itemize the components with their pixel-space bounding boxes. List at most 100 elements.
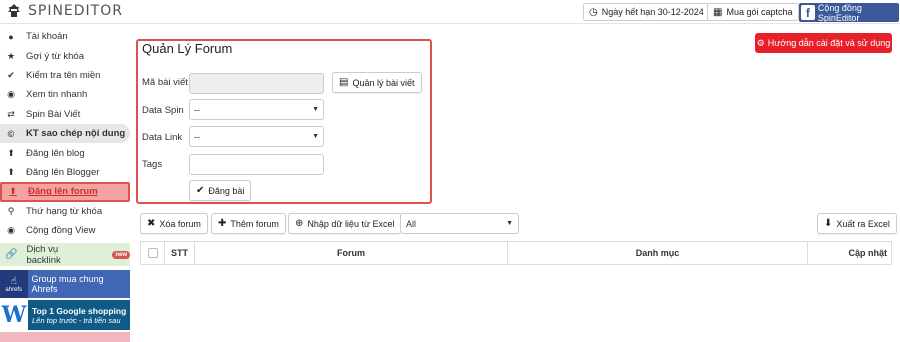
gshop-subtitle: Lên top trước - trả tiền sau	[32, 315, 121, 325]
manage-posts-button[interactable]: ▤ Quản lý bài viết	[332, 72, 422, 93]
ninja-logo-icon	[8, 4, 20, 17]
data-link-select[interactable]: -- ▼	[189, 126, 324, 147]
upload-icon: ⬆	[7, 166, 15, 177]
link-icon: 🔗	[5, 249, 18, 261]
manage-posts-label: Quản lý bài viết	[352, 77, 415, 88]
select-all-cell	[141, 242, 165, 264]
export-excel-button[interactable]: ⬇ Xuất ra Excel	[817, 213, 897, 234]
sidebar-item-quick-news[interactable]: ◉ Xem tin nhanh	[0, 85, 130, 104]
google-shopping-banner[interactable]: W Top 1 Google shopping Lên top trước - …	[0, 300, 130, 331]
sidebar-item-post-blogger[interactable]: ⬆ Đăng lên Blogger	[0, 163, 130, 182]
sidebar-item-label: Cộng đồng View	[26, 225, 96, 237]
sidebar-item-community-view[interactable]: ◉ Cộng đồng View	[0, 221, 130, 240]
top-bar: SPINEDITOR ◷ Ngày hết hạn 30-12-2024 ▦ M…	[0, 0, 900, 24]
app-logo[interactable]: SPINEDITOR	[6, 3, 123, 19]
sidebar: ● Tài khoản ★ Gợi ý từ khóa ✔ Kiểm tra t…	[0, 27, 130, 342]
check-icon: ✔	[7, 69, 15, 80]
eye-icon: ◉	[7, 225, 15, 236]
submit-post-label: Đăng bài	[208, 185, 245, 196]
page-title: Quản Lý Forum	[142, 41, 233, 56]
sidebar-item-label: Đăng lên forum	[28, 186, 98, 198]
sidebar-item-backlink[interactable]: 🔗 Dịch vụ backlink new	[0, 243, 130, 267]
add-forum-button[interactable]: ✚ Thêm forum	[211, 213, 286, 234]
chevron-down-icon: ▼	[312, 106, 319, 113]
data-spin-select[interactable]: -- ▼	[189, 99, 324, 120]
column-header-category[interactable]: Danh mục	[508, 242, 808, 264]
close-icon: ✖	[147, 218, 156, 229]
ahrefs-banner[interactable]: ☝ ahrefs Group mua chung Ahrefs	[0, 270, 130, 299]
expiry-label: Ngày hết hạn 30-12-2024	[601, 7, 704, 17]
help-guide-button[interactable]: ⚙ Hướng dẫn cài đặt và sử dụng	[755, 33, 892, 53]
column-header-stt[interactable]: STT	[165, 242, 195, 264]
export-excel-label: Xuất ra Excel	[836, 218, 890, 229]
sidebar-item-label: Xem tin nhanh	[26, 89, 88, 101]
column-header-forum[interactable]: Forum	[195, 242, 508, 264]
cursor-hand-icon: ☝	[10, 275, 17, 287]
download-icon: ⬇	[824, 218, 833, 229]
sidebar-item-post-blog[interactable]: ⬆ Đăng lên blog	[0, 143, 130, 162]
import-excel-button[interactable]: ⊕ Nhập dữ liệu từ Excel	[288, 213, 402, 234]
sidebar-item-label: Kiểm tra tên miền	[26, 69, 101, 81]
add-forum-label: Thêm forum	[230, 218, 279, 229]
forum-filter-value: All	[406, 218, 417, 229]
sidebar-item-label: Thứ hạng từ khóa	[26, 205, 103, 217]
list-icon: ▤	[339, 77, 349, 88]
forum-form-panel: Quản Lý Forum Mã bài viết ▤ Quản lý bài …	[136, 39, 432, 204]
delete-forum-button[interactable]: ✖ Xóa forum	[140, 213, 208, 234]
data-link-value: --	[194, 131, 200, 142]
sidebar-item-domain-check[interactable]: ✔ Kiểm tra tên miền	[0, 66, 130, 85]
check-icon: ✔	[196, 185, 205, 196]
ahrefs-logo: ☝ ahrefs	[0, 270, 28, 299]
qrcode-icon: ▦	[713, 6, 723, 18]
backlink-label: Dịch vụ backlink	[26, 243, 61, 266]
sidebar-item-label: Đăng lên Blogger	[26, 166, 100, 178]
forum-filter-select[interactable]: All ▼	[400, 213, 519, 234]
sidebar-item-label: Spin Bài Viết	[26, 108, 81, 120]
community-label: Cộng đồng SpinEditor	[817, 2, 862, 23]
app-title: SPINEDITOR	[28, 3, 123, 19]
upload-icon: ⬆	[9, 186, 17, 197]
community-button[interactable]: f Cộng đồng SpinEditor	[799, 2, 899, 23]
clock-icon: ◷	[589, 6, 598, 18]
expiry-button[interactable]: ◷ Ngày hết hạn 30-12-2024	[583, 3, 710, 21]
gshop-title: Top 1 Google shopping	[32, 305, 127, 316]
copyright-icon: ©	[7, 128, 15, 139]
ahrefs-label: Group mua chung Ahrefs	[31, 274, 104, 295]
help-guide-label: Hướng dẫn cài đặt và sử dụng	[767, 38, 891, 48]
new-badge: new	[112, 250, 130, 259]
import-icon: ⊕	[295, 218, 304, 229]
sidebar-item-keyword-rank[interactable]: ⚲ Thứ hạng từ khóa	[0, 202, 130, 221]
sidebar-item-post-forum[interactable]: ⬆ Đăng lên forum	[0, 182, 130, 202]
post-id-input[interactable]	[189, 73, 324, 94]
data-link-label: Data Link	[142, 132, 183, 143]
post-id-label: Mã bài viết	[142, 77, 188, 88]
upload-icon: ⬆	[7, 147, 15, 158]
delete-forum-label: Xóa forum	[159, 218, 201, 229]
forum-table-header: STT Forum Danh mục Cập nhật	[140, 241, 892, 265]
captcha-button[interactable]: ▦ Mua gói captcha	[707, 3, 799, 21]
import-excel-label: Nhập dữ liệu từ Excel	[307, 218, 395, 229]
data-spin-value: --	[194, 104, 200, 115]
chevron-down-icon: ▼	[506, 220, 513, 227]
sidebar-item-keyword-suggest[interactable]: ★ Gợi ý từ khóa	[0, 46, 130, 65]
captcha-label: Mua gói captcha	[726, 7, 793, 17]
column-header-updated[interactable]: Cập nhật	[808, 242, 891, 264]
data-spin-label: Data Spin	[142, 105, 184, 116]
promo-banner-partial[interactable]	[0, 332, 130, 342]
sidebar-item-label: KT sao chép nội dung	[26, 128, 126, 140]
sidebar-item-label: Tài khoản	[26, 31, 68, 43]
chevron-down-icon: ▼	[312, 133, 319, 140]
submit-post-button[interactable]: ✔ Đăng bài	[189, 180, 252, 201]
shuffle-icon: ⇄	[7, 108, 15, 119]
sidebar-item-account[interactable]: ● Tài khoản	[0, 27, 130, 46]
user-icon: ●	[8, 31, 14, 42]
ahrefs-logo-text: ahrefs	[5, 286, 23, 293]
gear-icon: ⚙	[756, 37, 765, 48]
facebook-icon: f	[801, 5, 815, 20]
tags-input[interactable]	[189, 154, 324, 175]
sidebar-item-plagiarism-check[interactable]: © KT sao chép nội dung	[0, 123, 130, 144]
search-icon: ⚲	[7, 205, 15, 216]
select-all-checkbox[interactable]	[147, 248, 158, 258]
plus-icon: ✚	[218, 218, 227, 229]
sidebar-item-spin-article[interactable]: ⇄ Spin Bài Viết	[0, 105, 130, 124]
